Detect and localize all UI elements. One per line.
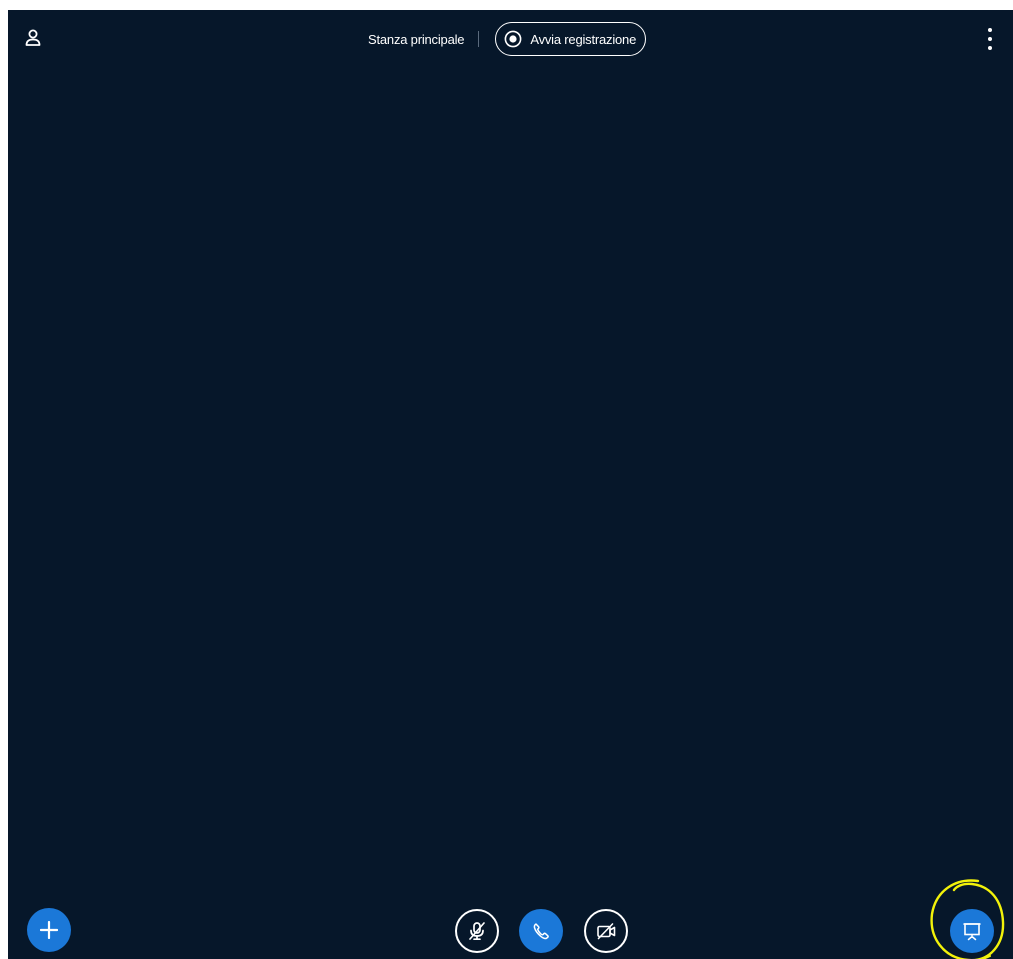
more-vertical-dot [988,46,992,50]
presentation-button[interactable] [950,909,994,953]
meeting-title-area: Stanza principale Avvia registrazione [368,21,647,57]
unmute-microphone-button[interactable] [455,909,499,953]
start-recording-button[interactable]: Avvia registrazione [495,22,647,56]
more-options-button[interactable] [985,28,995,50]
more-vertical-dot [988,37,992,41]
join-audio-button[interactable] [519,909,563,953]
meeting-app: Stanza principale Avvia registrazione [8,10,1013,959]
start-recording-label: Avvia registrazione [530,31,637,47]
phone-icon [533,923,549,940]
actions-plus-button[interactable] [27,908,71,952]
title-divider [478,31,480,47]
more-vertical-icon [988,28,992,32]
presentation-icon [963,923,981,941]
record-icon [504,30,522,48]
top-bar: Stanza principale Avvia registrazione [8,10,1013,68]
mic-muted-icon [469,922,485,941]
room-name: Stanza principale [368,31,465,47]
plus-icon [40,921,58,939]
user-icon [25,29,41,46]
camera-off-icon [597,923,616,940]
share-webcam-button[interactable] [584,909,628,953]
user-list-button[interactable] [22,26,44,48]
